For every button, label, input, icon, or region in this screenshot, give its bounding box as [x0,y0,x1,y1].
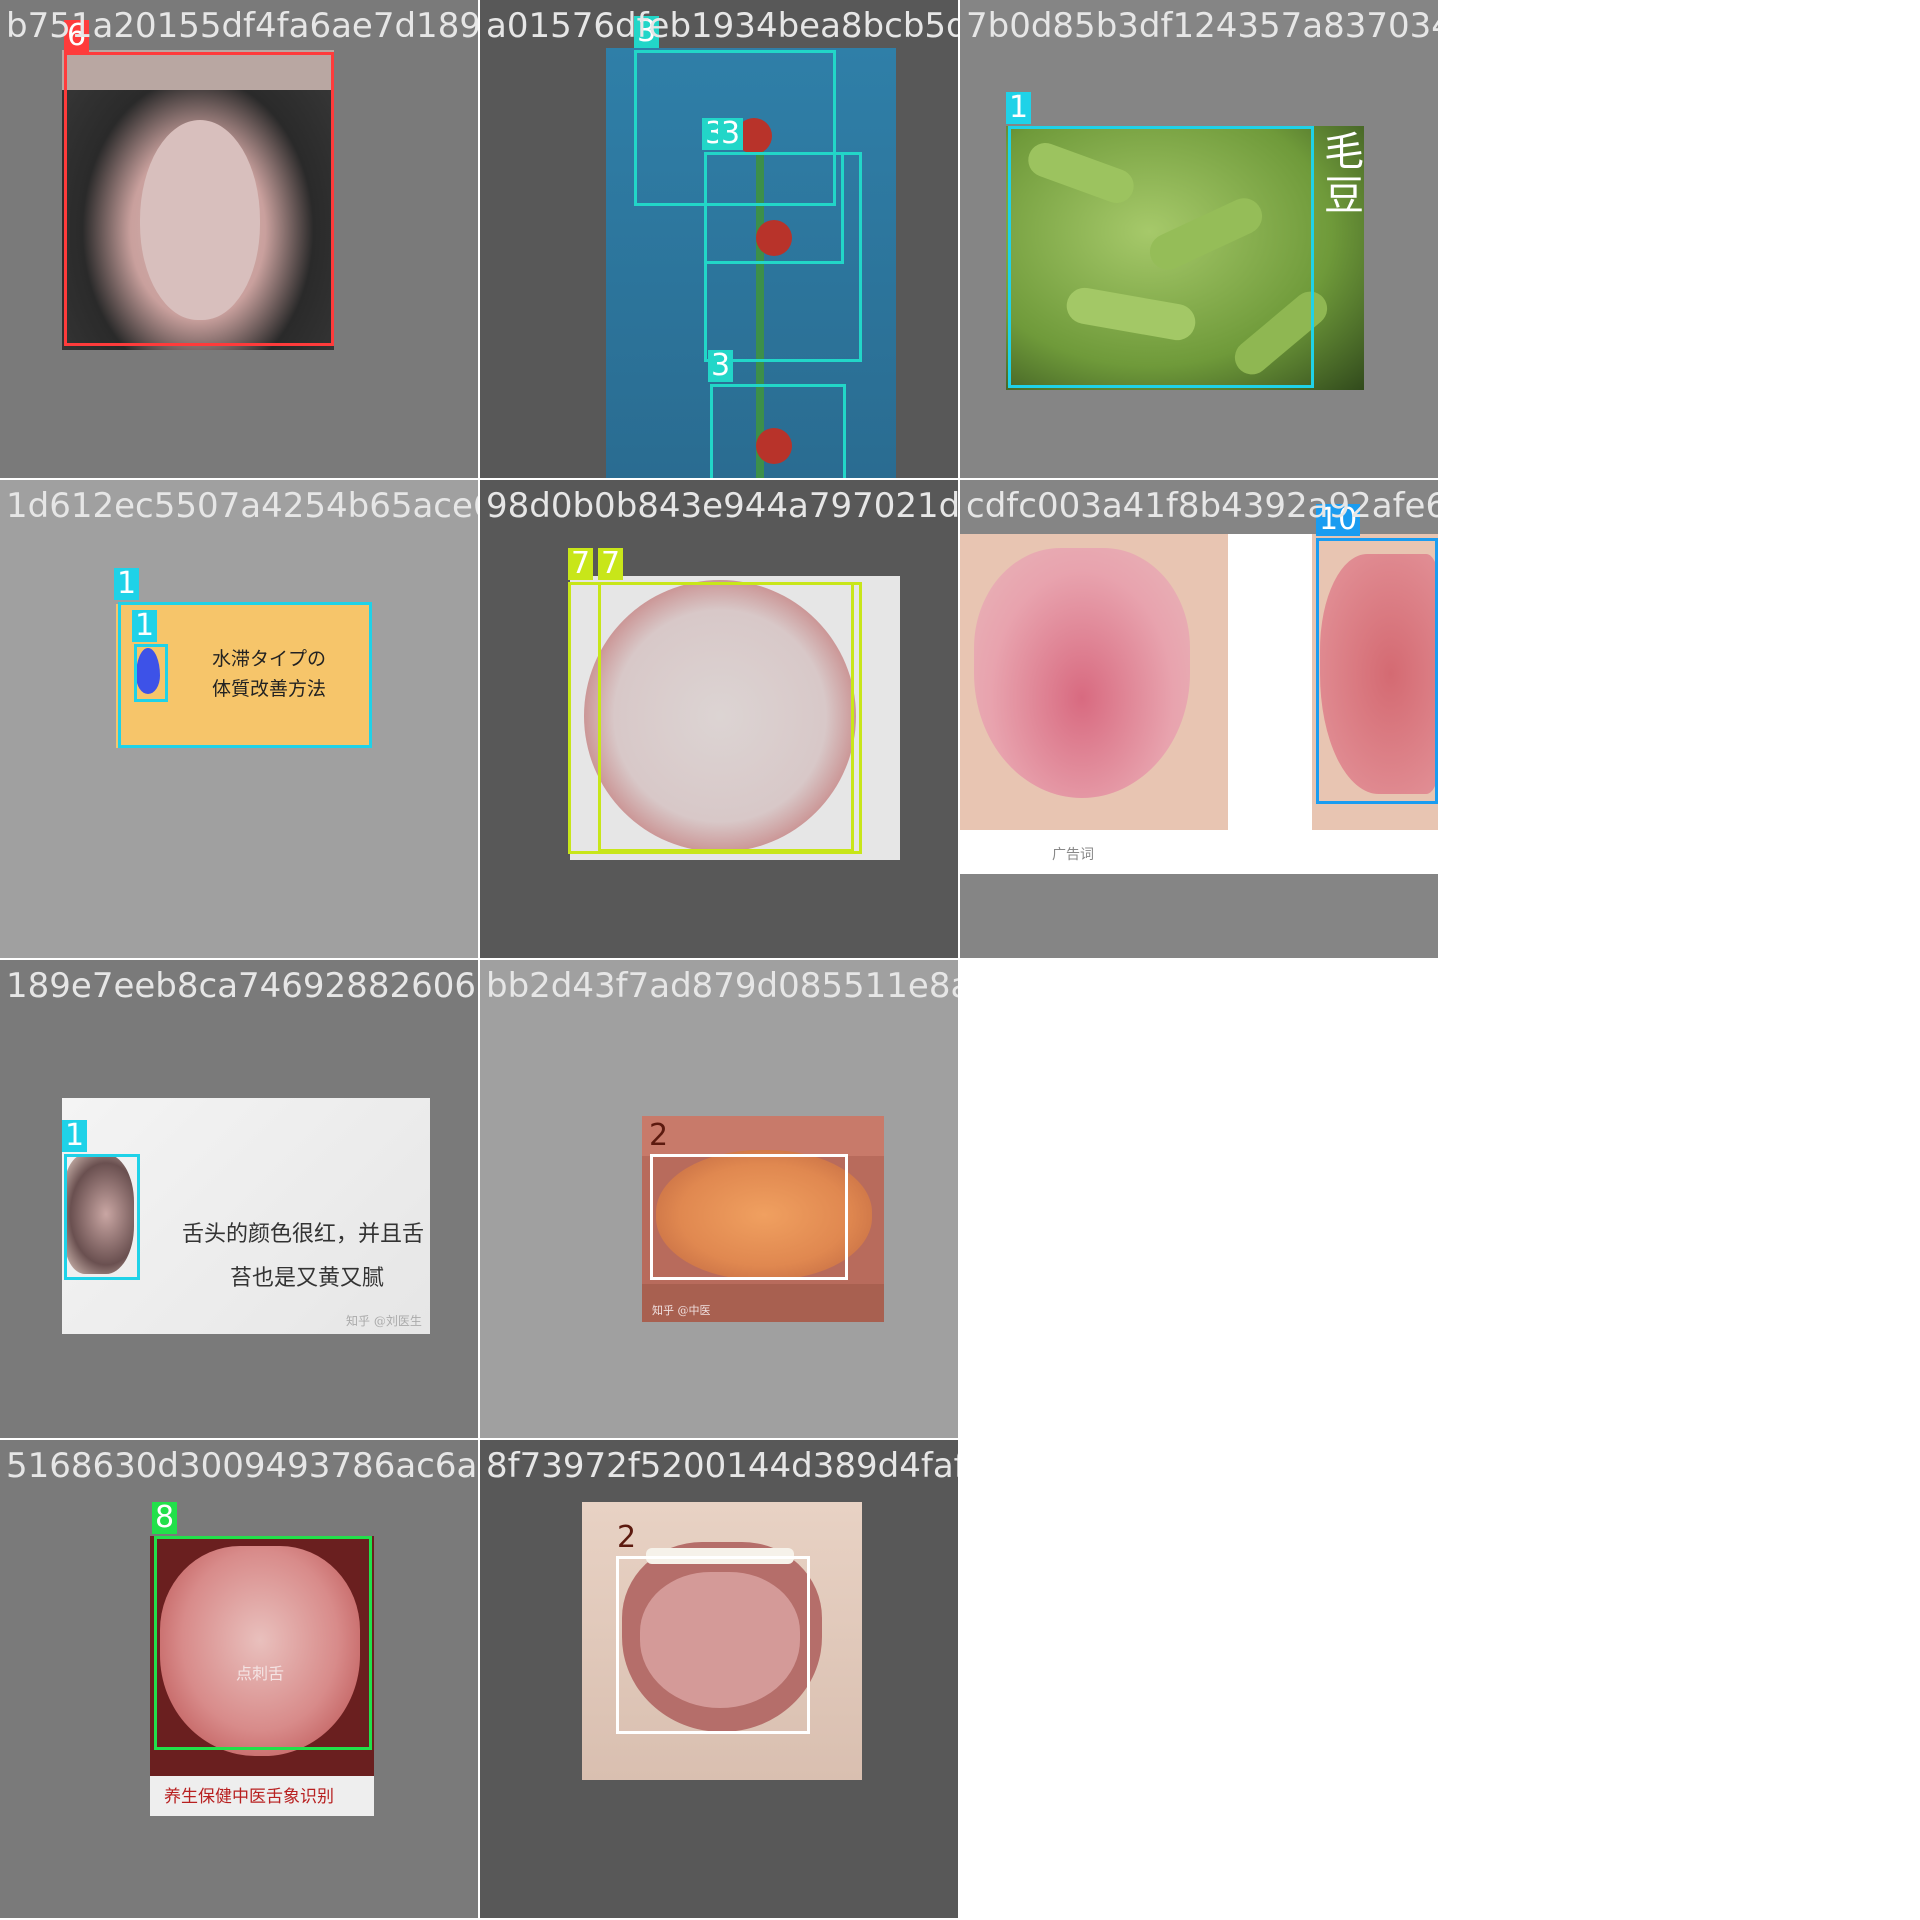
image-filename: 7b0d85b3df124357a8370345b966f127.jpg [966,6,1438,46]
detection-box [616,1556,810,1734]
image-filename: 8f73972f5200144d389d4faf8c5408ed5.jpg [486,1446,958,1486]
grid-cell-5: 广告词 10 cdfc003a41f8b4392a92afe6095697ea1… [960,480,1438,958]
class-tag: 1 [114,568,140,600]
detection-box [134,644,168,702]
image-filename: 189e7eeb8ca74692882606062577e020.jpg [6,966,478,1006]
image-text: 广告词 [1052,847,1094,863]
detection-box [64,52,334,346]
image-filename: cdfc003a41f8b4392a92afe6095697ea1.jpg [966,486,1438,526]
class-tag: 7 [598,548,624,580]
slide-caption-line-2: 苔也是又黄又腻 [230,1266,385,1291]
class-tag: 1 [1006,92,1032,124]
grid-cell-8: 点刺舌 养生保健中医舌象识别 8 5168630d3009493786ac6a2… [0,1440,478,1918]
watermark: 知乎 @中医 [652,1304,711,1317]
grid-cell-7: 知乎 @中医 2 bb2d43f7ad879d085511e8a7.jpg [480,960,958,1438]
slide-caption-line-1: 舌头的颜色很红，并且舌 [182,1222,425,1247]
grid-cell-2: 毛豆 1 7b0d85b3df124357a8370345b966f127.jp… [960,0,1438,478]
class-tag: 2 [649,1118,669,1153]
watermark: 知乎 @刘医生 [346,1314,422,1328]
class-tag: 8 [152,1502,178,1534]
detection-box [704,152,862,362]
grid-cell-1: 3 3 3 3 a01576dfeb1934bea8bcb5d25a065793… [480,0,958,478]
class-tag: 1 [132,610,158,642]
bottom-banner-text: 养生保健中医舌象识别 [164,1787,334,1807]
grid-cell-3: 水滞タイプの 体質改善方法 1 1 1d612ec5507a4254b65ace… [0,480,478,958]
grid-cell-0: 6 b751a20155df4fa6ae7d1892af2133afd.jpg [0,0,478,478]
detection-box [650,1154,848,1280]
detection-box [64,1154,140,1280]
detection-box [598,582,854,852]
grid-cell-4: 7 7 98d0b0b843e944a797021d83bf40354.jpg [480,480,958,958]
image-filename: 5168630d3009493786ac6a2b79a7a5e2.jpg [6,1446,478,1486]
image-filename: 1d612ec5507a4254b65ace69d3bd4c0423.jpg [6,486,478,526]
image-filename: bb2d43f7ad879d085511e8a7.jpg [486,966,958,1006]
detection-box [1008,126,1314,388]
detection-box [154,1536,372,1750]
detection-box [710,384,846,478]
image-text: 毛豆 [1324,129,1364,219]
image-filename: 98d0b0b843e944a797021d83bf40354.jpg [486,486,958,526]
image-filename: a01576dfeb1934bea8bcb5d25a0657932f.jpg [486,6,958,46]
class-tag: 1 [62,1120,88,1152]
class-tag: 3 [708,350,734,382]
class-tag: 3 [718,118,744,150]
detection-box [1316,538,1438,804]
grid-cell-6: 舌头的颜色很红，并且舌 苔也是又黄又腻 知乎 @刘医生 1 189e7eeb8c… [0,960,478,1438]
image-filename: b751a20155df4fa6ae7d1892af2133afd.jpg [6,6,478,46]
class-tag: 2 [617,1520,637,1555]
class-tag: 7 [568,548,594,580]
grid-cell-9: 2 8f73972f5200144d389d4faf8c5408ed5.jpg [480,1440,958,1918]
